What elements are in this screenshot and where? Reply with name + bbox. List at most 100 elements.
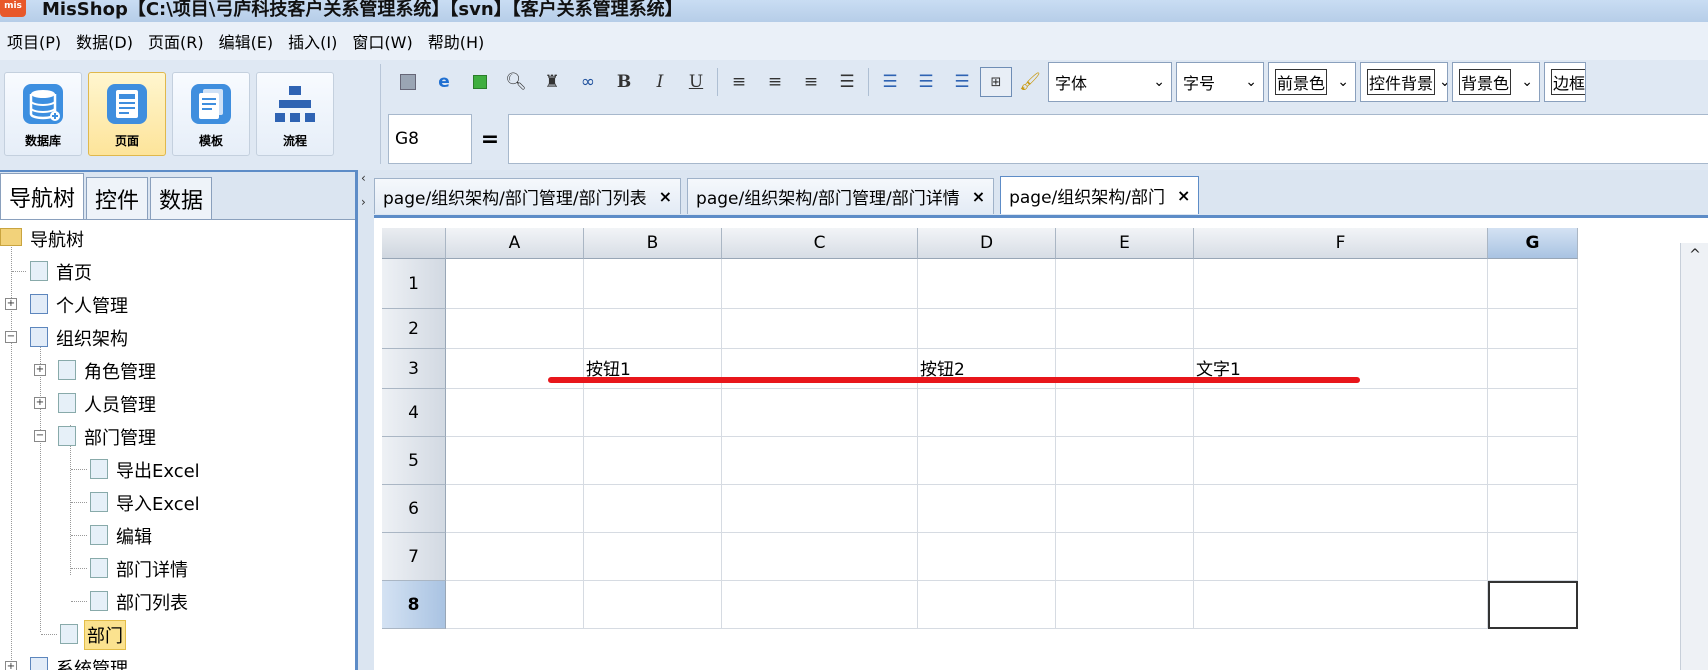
cell-d4[interactable] bbox=[918, 389, 1056, 437]
cell-b2[interactable] bbox=[584, 309, 722, 349]
cell-g1[interactable] bbox=[1488, 259, 1578, 309]
control-background-select[interactable]: 控件背景⌄ bbox=[1360, 62, 1448, 102]
valign-middle-button[interactable]: ☰ bbox=[908, 67, 944, 97]
save-button[interactable] bbox=[390, 67, 426, 97]
tree-item-edit[interactable]: 编辑 bbox=[0, 519, 355, 552]
cell-a7[interactable] bbox=[446, 533, 584, 581]
column-header-a[interactable]: A bbox=[446, 228, 584, 259]
tab-data[interactable]: 数据 bbox=[150, 177, 213, 219]
menu-help[interactable]: 帮助(H) bbox=[421, 29, 493, 53]
cell-a1[interactable] bbox=[446, 259, 584, 309]
preview-ie-button[interactable]: e bbox=[426, 67, 462, 97]
tab-nav-tree[interactable]: 导航树 bbox=[0, 173, 85, 219]
collapse-icon[interactable]: − bbox=[5, 331, 17, 343]
cell-a8[interactable] bbox=[446, 581, 584, 629]
menu-page[interactable]: 页面(R) bbox=[141, 29, 212, 53]
column-header-b[interactable]: B bbox=[584, 228, 722, 259]
row-header-6[interactable]: 6 bbox=[382, 485, 446, 533]
print-preview-button[interactable]: 🔍︎ bbox=[498, 67, 534, 97]
justify-button[interactable]: ☰ bbox=[829, 67, 865, 97]
expand-icon[interactable]: + bbox=[5, 298, 17, 310]
cell-b6[interactable] bbox=[584, 485, 722, 533]
green-preview-button[interactable] bbox=[462, 67, 498, 97]
cell-a3[interactable] bbox=[446, 349, 584, 389]
cell-c8[interactable] bbox=[722, 581, 918, 629]
cell-e2[interactable] bbox=[1056, 309, 1194, 349]
cell-b1[interactable] bbox=[584, 259, 722, 309]
cell-g6[interactable] bbox=[1488, 485, 1578, 533]
underline-button[interactable]: U bbox=[678, 67, 714, 97]
tree-item-export-excel[interactable]: 导出Excel bbox=[0, 453, 355, 486]
expand-icon[interactable]: + bbox=[34, 397, 46, 409]
cell-e8[interactable] bbox=[1056, 581, 1194, 629]
cell-e1[interactable] bbox=[1056, 259, 1194, 309]
database-button[interactable]: 数据库 bbox=[4, 72, 82, 156]
foreground-color-select[interactable]: 前景色 ⌄ bbox=[1268, 62, 1356, 102]
merge-cells-button[interactable]: ⊞ bbox=[980, 67, 1012, 97]
tree-item-import-excel[interactable]: 导入Excel bbox=[0, 486, 355, 519]
cell-b5[interactable] bbox=[584, 437, 722, 485]
cell-d1[interactable] bbox=[918, 259, 1056, 309]
tree-item-roles[interactable]: + 角色管理 bbox=[0, 354, 355, 387]
valign-top-button[interactable]: ☰ bbox=[872, 67, 908, 97]
tree-item-dept-detail[interactable]: 部门详情 bbox=[0, 552, 355, 585]
menu-insert[interactable]: 插入(I) bbox=[281, 29, 345, 53]
cell-b8[interactable] bbox=[584, 581, 722, 629]
cell-d3[interactable]: 按钮2 bbox=[918, 349, 1056, 389]
cell-f5[interactable] bbox=[1194, 437, 1488, 485]
cell-a2[interactable] bbox=[446, 309, 584, 349]
tree-item-dept-mgmt[interactable]: − 部门管理 bbox=[0, 420, 355, 453]
cell-c3[interactable] bbox=[722, 349, 918, 389]
cell-a5[interactable] bbox=[446, 437, 584, 485]
collapse-icon[interactable]: − bbox=[34, 430, 46, 442]
border-select[interactable]: 边框 bbox=[1544, 62, 1586, 102]
tab-dept-detail[interactable]: page/组织架构/部门管理/部门详情 × bbox=[687, 178, 995, 214]
close-icon[interactable]: × bbox=[1177, 186, 1190, 205]
italic-button[interactable]: I bbox=[642, 67, 678, 97]
cell-f1[interactable] bbox=[1194, 259, 1488, 309]
panel-collapse-icon[interactable]: ‹ › bbox=[361, 172, 366, 208]
cell-d7[interactable] bbox=[918, 533, 1056, 581]
column-header-c[interactable]: C bbox=[722, 228, 918, 259]
menu-edit[interactable]: 编辑(E) bbox=[212, 29, 282, 53]
close-icon[interactable]: × bbox=[659, 187, 672, 206]
flow-button[interactable]: 流程 bbox=[256, 72, 334, 156]
cell-c6[interactable] bbox=[722, 485, 918, 533]
cell-d6[interactable] bbox=[918, 485, 1056, 533]
cell-d2[interactable] bbox=[918, 309, 1056, 349]
cell-reference-box[interactable]: G8 bbox=[388, 114, 472, 164]
formula-input[interactable] bbox=[508, 114, 1708, 164]
cell-b4[interactable] bbox=[584, 389, 722, 437]
cell-g8[interactable] bbox=[1488, 581, 1578, 629]
tree-item-org[interactable]: − 组织架构 bbox=[0, 321, 355, 354]
cell-c2[interactable] bbox=[722, 309, 918, 349]
tree-item-staff[interactable]: + 人员管理 bbox=[0, 387, 355, 420]
scroll-up-icon[interactable]: ^ bbox=[1681, 243, 1708, 267]
cell-a6[interactable] bbox=[446, 485, 584, 533]
column-header-g[interactable]: G bbox=[1488, 228, 1578, 259]
column-header-e[interactable]: E bbox=[1056, 228, 1194, 259]
align-left-button[interactable]: ≡ bbox=[721, 67, 757, 97]
template-button[interactable]: 模板 bbox=[172, 72, 250, 156]
cell-a4[interactable] bbox=[446, 389, 584, 437]
cell-e5[interactable] bbox=[1056, 437, 1194, 485]
cell-f8[interactable] bbox=[1194, 581, 1488, 629]
cell-g4[interactable] bbox=[1488, 389, 1578, 437]
cell-g2[interactable] bbox=[1488, 309, 1578, 349]
cell-b3[interactable]: 按钮1 bbox=[584, 349, 722, 389]
tree-item-home[interactable]: 首页 bbox=[0, 255, 355, 288]
background-color-select[interactable]: 背景色 ⌄ bbox=[1452, 62, 1540, 102]
row-header-3[interactable]: 3 bbox=[382, 349, 446, 389]
cell-e6[interactable] bbox=[1056, 485, 1194, 533]
format-painter-button[interactable]: 🖌︎ bbox=[1012, 67, 1048, 97]
column-header-f[interactable]: F bbox=[1194, 228, 1488, 259]
tree-item-personal[interactable]: + 个人管理 bbox=[0, 288, 355, 321]
find-replace-button[interactable]: ∞ bbox=[570, 67, 606, 97]
cell-c4[interactable] bbox=[722, 389, 918, 437]
tab-controls[interactable]: 控件 bbox=[86, 177, 149, 219]
cell-e7[interactable] bbox=[1056, 533, 1194, 581]
bold-button[interactable]: B bbox=[606, 67, 642, 97]
find-button[interactable]: ♜ bbox=[534, 67, 570, 97]
font-size-select[interactable]: 字号 ⌄ bbox=[1176, 62, 1264, 102]
cell-f7[interactable] bbox=[1194, 533, 1488, 581]
